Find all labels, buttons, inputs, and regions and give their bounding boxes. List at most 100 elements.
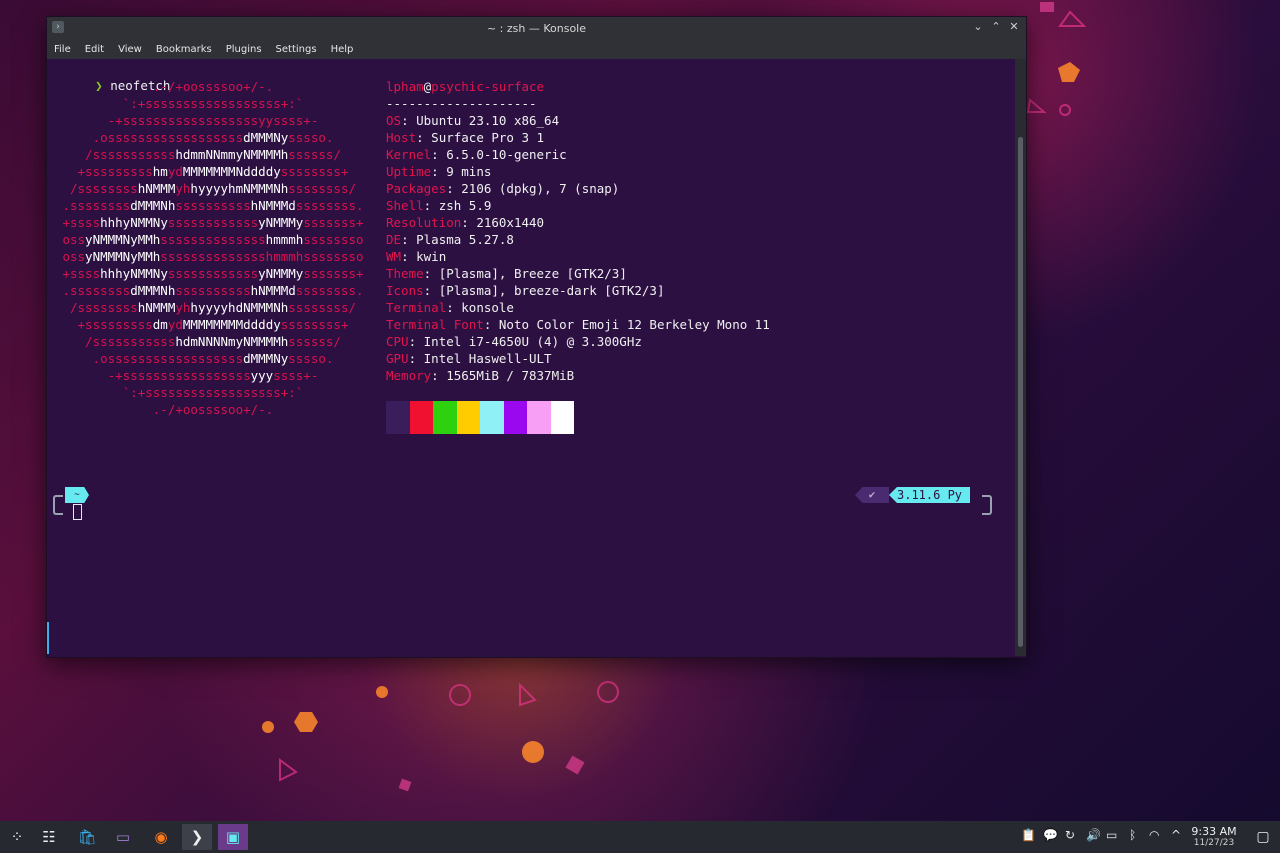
info-row: Theme: [Plasma], Breeze [GTK2/3]	[386, 266, 627, 281]
logo-segment: yh	[175, 300, 191, 315]
info-value: konsole	[461, 300, 514, 315]
clock-time[interactable]: 9:33 AM	[1190, 825, 1238, 838]
logo-segment: ssssssssss	[175, 283, 251, 298]
menu-plugins[interactable]: Plugins	[219, 44, 269, 55]
firefox-icon[interactable]: ◉	[146, 824, 176, 850]
info-value: [Plasma], breeze-dark [GTK2/3]	[438, 283, 665, 298]
logo-segment: sssso.	[288, 130, 334, 145]
terminal-area[interactable]: ❯ neofetch .-/+oossssoo+/-. `:+ssssssssss…	[47, 59, 1015, 656]
info-key: Theme	[386, 266, 424, 281]
info-value: Intel i7-4650U (4) @ 3.300GHz	[423, 334, 642, 349]
logo-segment: yd	[167, 317, 183, 332]
logo-segment: dMMMNh	[130, 198, 176, 213]
menu-file[interactable]: File	[47, 44, 78, 55]
logo-segment: ssssssssssss	[167, 215, 259, 230]
menu-help[interactable]: Help	[324, 44, 361, 55]
logo-segment: hNMMM	[137, 300, 176, 315]
discover-store-icon[interactable]: 🛍	[72, 824, 102, 850]
scrollbar-thumb[interactable]	[1018, 137, 1023, 647]
logo-line: ossyNMMMNyMMhsssssssssssssshmmmhssssssso	[48, 248, 378, 265]
system-info: lpham@psychic-surface ------------------…	[386, 78, 770, 384]
info-row: OS: Ubuntu 23.10 x86_64	[386, 113, 560, 128]
logo-segment: .ssssssss	[62, 198, 131, 213]
info-value: [Plasma], Breeze [GTK2/3]	[438, 266, 627, 281]
volume-icon[interactable]: 🔊	[1086, 828, 1101, 842]
info-row: Terminal: konsole	[386, 300, 514, 315]
logo-segment: yNMMMNyMMh	[85, 249, 161, 264]
plasma-launcher-icon[interactable]: ⁘	[2, 824, 32, 850]
window-titlebar[interactable]: › ~ : zsh — Konsole ⌄ ⌃ ✕	[47, 17, 1026, 39]
status-check-icon: ✔	[855, 487, 889, 503]
info-row: Memory: 1565MiB / 7837MiB	[386, 368, 575, 383]
logo-segment: hyyyyhmNMMMNh	[190, 181, 289, 196]
wifi-icon[interactable]: ◠	[1149, 828, 1159, 842]
logo-segment: hhhyNMMNy	[100, 215, 168, 230]
logo-segment: ssssssss+	[280, 317, 349, 332]
logo-segment: sssssssssssssshmmmhssssssso	[160, 249, 364, 264]
close-button[interactable]: ✕	[1008, 20, 1020, 34]
palette-swatch	[456, 401, 480, 434]
info-key: Memory	[386, 368, 432, 383]
updates-icon[interactable]: ↻	[1065, 828, 1075, 842]
info-value: 2160x1440	[476, 215, 545, 230]
maximize-button[interactable]: ⌃	[990, 20, 1002, 34]
info-key: GPU	[386, 351, 409, 366]
info-key: Shell	[386, 198, 424, 213]
info-row: DE: Plasma 5.27.8	[386, 232, 514, 247]
info-value: 1565MiB / 7837MiB	[446, 368, 575, 383]
logo-segment: ssss+-	[273, 368, 319, 383]
info-row: Kernel: 6.5.0-10-generic	[386, 147, 567, 162]
clipboard-icon[interactable]: 📋	[1021, 828, 1036, 842]
logo-segment: +sssssssss	[77, 164, 153, 179]
logo-segment: ssssss/	[288, 334, 341, 349]
info-value: Noto Color Emoji 12 Berkeley Mono 11	[498, 317, 770, 332]
notifications-icon[interactable]: 💬	[1043, 828, 1058, 842]
clock-date[interactable]: 11/27/23	[1190, 838, 1238, 848]
logo-segment: yNMMMy	[258, 215, 304, 230]
terminal-scrollbar[interactable]	[1015, 59, 1026, 656]
show-desktop-icon[interactable]: ▢	[1248, 824, 1278, 850]
menu-bookmarks[interactable]: Bookmarks	[149, 44, 219, 55]
logo-segment: /ssssssss	[69, 300, 138, 315]
file-manager-icon[interactable]: ▭	[108, 824, 138, 850]
color-palette	[386, 401, 574, 434]
tray-expand-icon[interactable]: ^	[1171, 828, 1181, 842]
logo-segment: +ssss	[62, 215, 101, 230]
menu-edit[interactable]: Edit	[78, 44, 111, 55]
info-row: Host: Surface Pro 3 1	[386, 130, 545, 145]
info-key: CPU	[386, 334, 409, 349]
logo-segment: hdmmNNmmyNMMMMh	[175, 147, 289, 162]
palette-swatch	[409, 401, 433, 434]
bluetooth-icon[interactable]: ᛒ	[1129, 828, 1136, 842]
screenshot-app-icon[interactable]: ▣	[218, 824, 248, 850]
minimize-button[interactable]: ⌄	[972, 20, 984, 34]
logo-segment: -+sssssssssssssssss	[107, 368, 251, 383]
menu-settings[interactable]: Settings	[269, 44, 324, 55]
logo-segment: hdmNNNNmyNMMMMh	[175, 334, 289, 349]
logo-segment: +sssssssss	[77, 317, 153, 332]
logo-line: ossyNMMMNyMMhsssssssssssssshmmmhssssssso	[48, 231, 378, 248]
info-row: Shell: zsh 5.9	[386, 198, 492, 213]
palette-swatch	[433, 401, 457, 434]
logo-segment: ssssssss.	[295, 198, 364, 213]
logo-line: /ssssssssssshdmmNNmmyNMMMMhssssss/	[48, 146, 378, 163]
username: lpham	[386, 79, 424, 94]
logo-segment: ssssssss+	[280, 164, 349, 179]
user-host-line: lpham@psychic-surface	[386, 78, 770, 95]
system-settings-icon[interactable]: ☷	[34, 824, 64, 850]
hostname: psychic-surface	[431, 79, 545, 94]
logo-line: .ossssssssssssssssssdMMMNysssso.	[48, 129, 378, 146]
menu-view[interactable]: View	[111, 44, 149, 55]
logo-segment: hmmmh	[265, 232, 304, 247]
logo-segment: hm	[152, 164, 168, 179]
info-row: GPU: Intel Haswell-ULT	[386, 351, 552, 366]
logo-segment: .ossssssssssssssssss	[92, 130, 244, 145]
konsole-app-icon[interactable]: ›	[52, 21, 64, 33]
logo-segment: hNMMMd	[250, 198, 296, 213]
logo-line: `:+ssssssssssssssssss+:`	[48, 95, 378, 112]
prompt-right-bracket	[982, 495, 992, 515]
info-value: 6.5.0-10-generic	[446, 147, 567, 162]
konsole-icon[interactable]: ❯	[182, 824, 212, 850]
battery-icon[interactable]: ▭	[1106, 828, 1117, 842]
logo-line: /ssssssssssshdmNNNNmyNMMMMhssssss/	[48, 333, 378, 350]
